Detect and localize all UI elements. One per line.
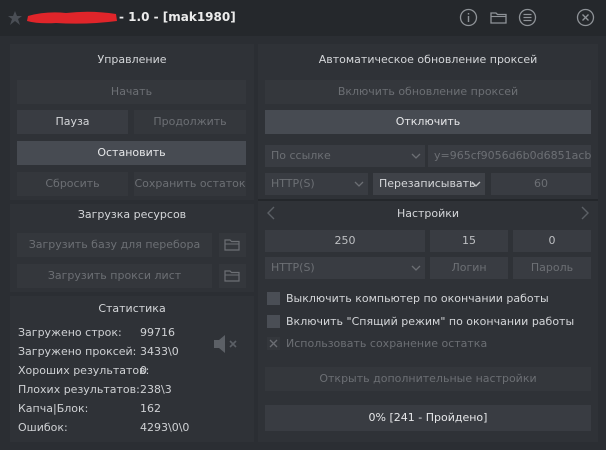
stat-value: 0 <box>140 364 147 377</box>
stat-value: 99716 <box>140 326 175 339</box>
progress-bar: 0% [241 - Пройдено] <box>265 405 591 431</box>
sleep-checkbox[interactable]: Включить "Спящий режим" по окончании раб… <box>267 315 574 328</box>
stat-value: 3433\0 <box>140 345 179 358</box>
window-title: - 1.0 - [mak1980] <box>119 10 236 24</box>
retries-input[interactable]: 0 <box>513 230 591 252</box>
resources-title: Загрузка ресурсов <box>77 208 187 221</box>
proxy-interval-input[interactable]: 60 <box>491 173 591 195</box>
pause-button[interactable]: Пауза <box>17 110 128 134</box>
app-logo-icon <box>8 11 22 25</box>
shutdown-checkbox[interactable]: Выключить компьютер по окончании работы <box>267 292 549 305</box>
chevron-down-icon <box>411 153 421 159</box>
proxy-update-title: Автоматическое обновление проксей <box>318 53 538 66</box>
stat-label: Хороших результатов: <box>18 364 150 377</box>
load-proxy-folder-button[interactable] <box>219 264 246 288</box>
redacted-app-name <box>27 11 117 24</box>
checkbox-box[interactable] <box>267 292 280 305</box>
folder-icon <box>224 270 240 282</box>
progress-text: 0% [241 - Пройдено] <box>368 411 488 424</box>
sleep-label: Включить "Спящий режим" по окончании раб… <box>286 315 575 328</box>
shutdown-label: Выключить компьютер по окончании работы <box>286 292 549 305</box>
stat-value: 238\3 <box>140 383 172 396</box>
proxy-mode-select[interactable]: Перезаписывать <box>373 173 485 195</box>
stop-button[interactable]: Остановить <box>17 141 246 165</box>
reset-button[interactable]: Сбросить <box>17 172 128 196</box>
start-button[interactable]: Начать <box>17 80 246 104</box>
advanced-settings-button[interactable]: Открыть дополнительные настройки <box>265 367 591 391</box>
stats-title: Статистика <box>98 302 166 315</box>
disable-proxy-update-button[interactable]: Отключить <box>265 110 591 134</box>
save-rest-checkbox[interactable]: Использовать сохранение остатка <box>267 337 487 350</box>
control-title: Управление <box>97 53 167 66</box>
divider <box>258 199 598 201</box>
chevron-down-icon <box>471 181 481 187</box>
info-icon[interactable] <box>459 8 478 27</box>
close-icon[interactable] <box>576 8 595 27</box>
proxy-protocol-select[interactable]: HTTP(S) <box>265 173 368 195</box>
threads-input[interactable]: 250 <box>265 230 425 252</box>
folder-icon[interactable] <box>489 8 508 27</box>
password-input[interactable]: Пароль <box>513 257 591 279</box>
proxy-url-input[interactable]: y=965cf9056d6b0d6851acb64c <box>428 145 591 167</box>
resume-button[interactable]: Продолжить <box>134 110 246 134</box>
settings-title: Настройки <box>396 207 460 220</box>
chevron-right-icon[interactable] <box>580 206 590 220</box>
load-base-button[interactable]: Загрузить базу для перебора <box>17 233 212 257</box>
enable-proxy-update-button[interactable]: Включить обновление проксей <box>265 80 591 104</box>
checkbox-box[interactable] <box>267 315 280 328</box>
save-rest-label: Использовать сохранение остатка <box>286 337 488 350</box>
stat-label: Загружено проксей: <box>18 345 137 358</box>
stat-value: 4293\0\0 <box>140 421 190 434</box>
proxy-source-value: По ссылке <box>271 149 331 162</box>
chevron-down-icon <box>354 181 364 187</box>
save-rest-button[interactable]: Сохранить остаток <box>134 172 246 196</box>
chevron-down-icon <box>411 265 421 271</box>
speaker-muted-icon[interactable] <box>212 332 240 356</box>
stat-label: Капча|Блок: <box>18 402 89 415</box>
checkbox-box[interactable] <box>267 337 280 350</box>
stat-label: Загружено строк: <box>18 326 122 339</box>
proxy-protocol-value: HTTP(S) <box>271 177 315 190</box>
x-mark-icon <box>269 339 278 348</box>
stat-value: 162 <box>140 402 161 415</box>
login-input[interactable]: Логин <box>430 257 508 279</box>
folder-icon <box>224 239 240 251</box>
menu-icon[interactable] <box>518 8 537 27</box>
load-base-folder-button[interactable] <box>219 233 246 257</box>
stat-label: Ошибок: <box>18 421 68 434</box>
stat-label: Плохих результатов: <box>18 383 140 396</box>
load-proxy-button[interactable]: Загрузить прокси лист <box>17 264 212 288</box>
proxy-mode-value: Перезаписывать <box>379 177 476 190</box>
settings-protocol-value: HTTP(S) <box>271 261 315 274</box>
proxy-source-select[interactable]: По ссылке <box>265 145 425 167</box>
timeout-input[interactable]: 15 <box>430 230 508 252</box>
settings-protocol-select[interactable]: HTTP(S) <box>265 257 425 279</box>
